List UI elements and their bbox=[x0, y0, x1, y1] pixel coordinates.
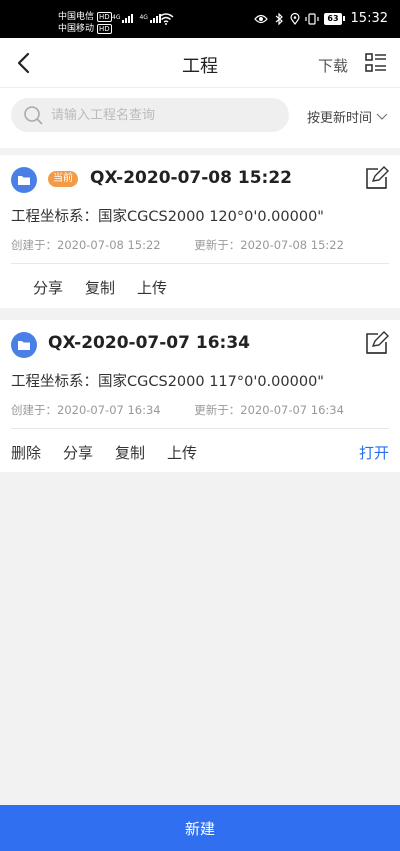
created-time: 创建于：2020-07-07 16:34 bbox=[11, 403, 161, 417]
coordinate-system: 工程坐标系：国家CGCS2000 120°0'0.00000" bbox=[11, 209, 324, 225]
download-button[interactable]: 下载 bbox=[318, 55, 348, 76]
created-time: 创建于：2020-07-08 15:22 bbox=[11, 238, 161, 252]
card-actions: 分享 复制 上传 bbox=[33, 277, 167, 298]
hd-badge: HD bbox=[97, 24, 112, 34]
project-meta: 创建于：2020-07-07 16:34 更新于：2020-07-07 16:3… bbox=[11, 402, 374, 418]
carrier-name-1: 中国电信 bbox=[58, 12, 95, 22]
location-icon bbox=[290, 12, 300, 25]
carrier-info: 中国电信 HD 中国移动 HD bbox=[58, 11, 112, 35]
delete-button[interactable]: 删除 bbox=[11, 442, 41, 463]
search-input[interactable] bbox=[51, 107, 271, 123]
edit-icon[interactable] bbox=[364, 330, 390, 356]
cellular-signal-icon: 4G bbox=[112, 14, 134, 23]
share-button[interactable]: 分享 bbox=[63, 442, 93, 463]
search-box[interactable] bbox=[11, 98, 289, 132]
open-button[interactable]: 打开 bbox=[359, 442, 389, 463]
carrier-name-2: 中国移动 bbox=[58, 24, 95, 34]
signal-icons: 4G 4G bbox=[112, 14, 161, 23]
project-meta: 创建于：2020-07-08 15:22 更新于：2020-07-08 15:2… bbox=[11, 237, 374, 253]
project-card[interactable]: QX-2020-07-07 16:34 工程坐标系：国家CGCS2000 117… bbox=[0, 320, 400, 472]
divider bbox=[11, 263, 389, 264]
status-bar: 中国电信 HD 中国移动 HD 4G 4G 63 15:32 bbox=[0, 0, 400, 38]
eye-icon bbox=[254, 14, 269, 23]
upload-button[interactable]: 上传 bbox=[137, 277, 167, 298]
project-name: QX-2020-07-08 15:22 bbox=[90, 168, 292, 188]
sort-dropdown[interactable]: 按更新时间 bbox=[307, 107, 388, 126]
list-view-icon[interactable] bbox=[364, 51, 388, 75]
upload-button[interactable]: 上传 bbox=[167, 442, 197, 463]
updated-time: 更新于：2020-07-08 15:22 bbox=[194, 238, 344, 252]
bluetooth-icon bbox=[276, 12, 284, 25]
new-project-button[interactable]: 新建 bbox=[0, 805, 400, 851]
chevron-down-icon bbox=[376, 113, 388, 120]
share-button[interactable]: 分享 bbox=[33, 277, 63, 298]
app-header: 工程 下载 bbox=[0, 38, 400, 88]
project-name: QX-2020-07-07 16:34 bbox=[48, 333, 250, 353]
hd-badge: HD bbox=[97, 12, 112, 22]
current-badge: 当前 bbox=[48, 171, 78, 187]
divider bbox=[11, 428, 389, 429]
search-row: 按更新时间 bbox=[0, 88, 400, 148]
updated-time: 更新于：2020-07-07 16:34 bbox=[194, 403, 344, 417]
sort-label: 按更新时间 bbox=[306, 111, 372, 126]
edit-icon[interactable] bbox=[364, 165, 390, 191]
status-right: 63 15:32 bbox=[254, 11, 388, 26]
folder-icon bbox=[11, 167, 37, 193]
battery-icon: 63 bbox=[324, 12, 345, 25]
project-card[interactable]: 当前 QX-2020-07-08 15:22 工程坐标系：国家CGCS2000 … bbox=[0, 155, 400, 308]
wifi-icon bbox=[158, 13, 174, 25]
folder-icon bbox=[11, 332, 37, 358]
copy-button[interactable]: 复制 bbox=[85, 277, 115, 298]
search-icon bbox=[24, 106, 43, 125]
coordinate-system: 工程坐标系：国家CGCS2000 117°0'0.00000" bbox=[11, 374, 324, 390]
vibrate-icon bbox=[305, 12, 319, 25]
status-time: 15:32 bbox=[350, 11, 388, 26]
card-actions: 删除 分享 复制 上传 bbox=[11, 442, 197, 463]
copy-button[interactable]: 复制 bbox=[115, 442, 145, 463]
